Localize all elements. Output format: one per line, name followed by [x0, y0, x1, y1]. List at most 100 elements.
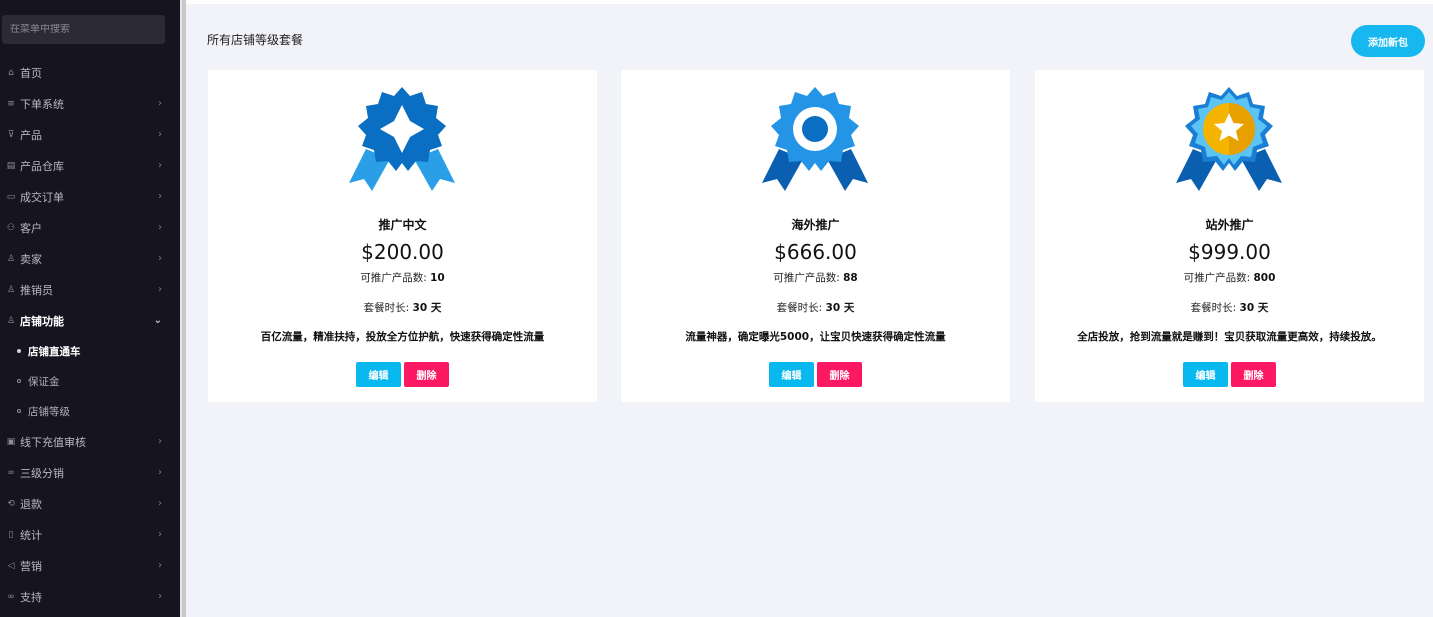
sidebar-item-label: 三级分销: [20, 466, 64, 480]
sidebar-item-label: 店铺功能: [20, 314, 64, 328]
package-title: 站外推广: [1205, 218, 1254, 232]
cart-icon: ⊽: [7, 129, 15, 140]
chevron-right-icon: ›: [158, 222, 162, 233]
warehouse-icon: ▤: [6, 160, 16, 171]
duration-label: 套餐时长:: [363, 302, 410, 314]
package-description: 流量神器，确定曝光5000，让宝贝快速获得确定性流量: [685, 331, 946, 343]
sidebar-item-home[interactable]: ⌂ 首页: [0, 57, 180, 88]
duration-label: 套餐时长:: [776, 302, 823, 314]
duration-value: 30 天: [825, 302, 855, 314]
chevron-down-icon: ⌄: [153, 315, 162, 326]
chevron-right-icon: ›: [158, 160, 162, 171]
package-duration: 套餐时长: 30 天: [208, 300, 597, 315]
ticket-icon: ▭: [6, 191, 16, 202]
sidebar-item-orders[interactable]: ▭ 成交订单 ›: [0, 181, 180, 212]
sidebar-item-label: 产品: [20, 128, 42, 142]
user-icon: ♙: [6, 315, 16, 326]
edit-button[interactable]: 编辑: [769, 362, 814, 387]
sidebar-item-support[interactable]: ∞ 支持 ›: [0, 581, 180, 612]
sidebar-item-label: 退款: [20, 497, 42, 511]
sidebar-item-warehouse[interactable]: ▤ 产品仓库 ›: [0, 150, 180, 181]
sidebar-item-products[interactable]: ⊽ 产品 ›: [0, 119, 180, 150]
package-description: 全店投放，抢到流量就是赚到！宝贝获取流量更高效，持续投放。: [1077, 331, 1382, 343]
menu-search-input[interactable]: [10, 24, 157, 35]
gold-star-badge-icon: [1176, 87, 1282, 191]
sidebar-item-salesmen[interactable]: ♙ 推销员 ›: [0, 274, 180, 305]
blue-circle-badge-icon: [762, 87, 868, 191]
edit-button[interactable]: 编辑: [356, 362, 401, 387]
sidebar-item-customers[interactable]: ⚇ 客户 ›: [0, 212, 180, 243]
sidebar-subitem-label: 店铺等级: [28, 405, 70, 418]
main-content: 所有店铺等级套餐 添加新包 推广中文 $200.00 可推广产品数: 10 套餐…: [188, 4, 1433, 617]
package-card: 海外推广 $666.00 可推广产品数: 88 套餐时长: 30 天 流量神器，…: [621, 70, 1010, 402]
package-duration: 套餐时长: 30 天: [1035, 300, 1424, 315]
sidebar-item-label: 成交订单: [20, 190, 64, 204]
sidebar-item-marketing[interactable]: ◁ 营销 ›: [0, 550, 180, 581]
sidebar-subitem-label: 保证金: [28, 375, 60, 388]
package-description: 百亿流量，精准扶持，投放全方位护航，快速获得确定性流量: [260, 331, 545, 343]
chevron-right-icon: ›: [158, 498, 162, 509]
sidebar-item-statistics[interactable]: ▯ 统计 ›: [0, 519, 180, 550]
home-icon: ⌂: [8, 67, 14, 78]
edit-button[interactable]: 编辑: [1183, 362, 1228, 387]
sidebar-item-label: 推销员: [20, 283, 53, 297]
delete-button[interactable]: 删除: [817, 362, 862, 387]
sidebar-subitem-shop-express[interactable]: 店铺直通车: [0, 336, 180, 366]
menu-search[interactable]: [2, 15, 165, 44]
chevron-right-icon: ›: [158, 591, 162, 602]
package-title: 推广中文: [378, 218, 427, 232]
card-actions: 编辑 删除: [621, 362, 1010, 387]
sidebar-item-sellers[interactable]: ♙ 卖家 ›: [0, 243, 180, 274]
add-package-button[interactable]: 添加新包: [1351, 25, 1425, 57]
duration-label: 套餐时长:: [1190, 302, 1237, 314]
sidebar-item-offline-recharge[interactable]: ▣ 线下充值审核 ›: [0, 426, 180, 457]
package-products: 可推广产品数: 88: [621, 270, 1010, 285]
delete-button[interactable]: 删除: [1231, 362, 1276, 387]
megaphone-icon: ◁: [7, 560, 15, 571]
package-card: 推广中文 $200.00 可推广产品数: 10 套餐时长: 30 天 百亿流量，…: [208, 70, 597, 402]
users-icon: ⚇: [6, 222, 16, 233]
sidebar-subitem-deposit[interactable]: 保证金: [0, 366, 180, 396]
products-value: 10: [430, 272, 445, 284]
chevron-right-icon: ›: [158, 129, 162, 140]
sidebar-item-label: 产品仓库: [20, 159, 64, 173]
duration-value: 30 天: [412, 302, 442, 314]
package-card: 站外推广 $999.00 可推广产品数: 800 套餐时长: 30 天 全店投放…: [1035, 70, 1424, 402]
sidebar-item-label: 下单系统: [20, 97, 64, 111]
user-icon: ♙: [6, 253, 16, 264]
sidebar-item-order-system[interactable]: ≡ 下单系统 ›: [0, 88, 180, 119]
sidebar-subitem-shop-level[interactable]: 店铺等级: [0, 396, 180, 426]
chevron-right-icon: ›: [158, 284, 162, 295]
sidebar-item-distribution[interactable]: ∞ 三级分销 ›: [0, 457, 180, 488]
list-icon: ≡: [7, 98, 15, 109]
sidebar-item-label: 首页: [20, 66, 42, 80]
link-icon: ∞: [7, 591, 15, 602]
card-actions: 编辑 删除: [1035, 362, 1424, 387]
chevron-right-icon: ›: [158, 98, 162, 109]
package-products: 可推广产品数: 800: [1035, 270, 1424, 285]
blue-diamond-badge-icon: [349, 87, 455, 191]
delete-button[interactable]: 删除: [404, 362, 449, 387]
package-duration: 套餐时长: 30 天: [621, 300, 1010, 315]
products-label: 可推广产品数:: [360, 272, 427, 284]
sidebar-resize-handle[interactable]: [180, 0, 186, 617]
chevron-right-icon: ›: [158, 467, 162, 478]
page-title: 所有店铺等级套餐: [207, 33, 304, 47]
sidebar-item-refund[interactable]: ⟲ 退款 ›: [0, 488, 180, 519]
document-icon: ▯: [8, 529, 14, 540]
sidebar-menu: ⌂ 首页 ≡ 下单系统 › ⊽ 产品 › ▤ 产品仓库 › ▭ 成交订单 › ⚇…: [0, 57, 180, 612]
sidebar-item-label: 营销: [20, 559, 42, 573]
products-value: 88: [843, 272, 858, 284]
refund-icon: ⟲: [7, 498, 15, 509]
sidebar-item-label: 支持: [20, 590, 42, 604]
products-label: 可推广产品数:: [1183, 272, 1251, 284]
sidebar-item-shop-functions[interactable]: ♙ 店铺功能 ⌄: [0, 305, 180, 336]
card-actions: 编辑 删除: [208, 362, 597, 387]
user-icon: ♙: [6, 284, 16, 295]
sidebar-item-label: 客户: [20, 221, 42, 235]
sidebar-item-label: 线下充值审核: [20, 435, 86, 449]
link-icon: ∞: [7, 467, 15, 478]
package-price: $666.00: [774, 240, 857, 264]
chevron-right-icon: ›: [158, 191, 162, 202]
products-label: 可推广产品数:: [773, 272, 840, 284]
